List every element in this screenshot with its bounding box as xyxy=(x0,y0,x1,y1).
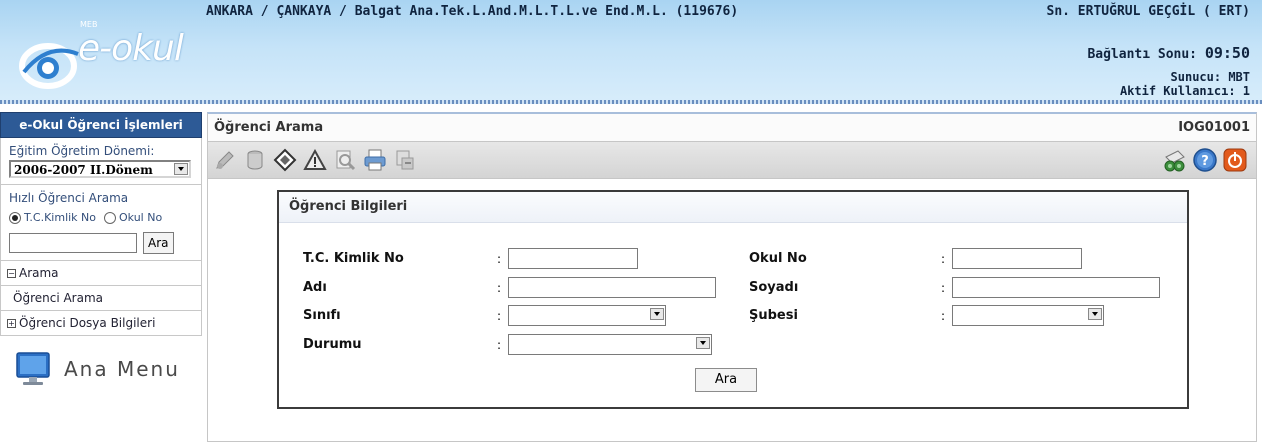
sidebar-box: Eğitim Öğretim Dönemi: 2006-2007 II.Döne… xyxy=(0,138,202,336)
svg-text:?: ? xyxy=(1201,154,1209,169)
sidebar-title: e-Okul Öğrenci İşlemleri xyxy=(0,112,202,138)
page-code: IOG01001 xyxy=(1178,120,1250,135)
radio-okul-label: Okul No xyxy=(119,211,163,224)
ana-menu-link[interactable]: Ana Menu xyxy=(0,350,202,388)
menu-item-label: Öğrenci Dosya Bilgileri xyxy=(19,316,156,330)
user-name: Sn. ERTUĞRUL GEÇGİL ( ERT) xyxy=(1046,4,1251,19)
monitor-icon xyxy=(16,352,50,385)
colon: : xyxy=(497,309,502,323)
term-label: Eğitim Öğretim Dönemi: xyxy=(9,144,155,158)
soyadi-label: Soyadı xyxy=(749,280,799,295)
colon: : xyxy=(941,309,946,323)
colon: : xyxy=(497,338,502,352)
search-type-radios: T.C.Kimlik No Okul No xyxy=(1,205,201,228)
durumu-select[interactable] xyxy=(508,334,712,355)
connection-end: Bağlantı Sonu: 09:50 xyxy=(1087,44,1250,62)
database-icon[interactable] xyxy=(242,147,268,173)
header-divider xyxy=(0,100,1262,104)
warning-icon[interactable] xyxy=(302,147,328,173)
expand-icon[interactable]: + xyxy=(7,318,16,328)
eokul-logo: MEB e-okul xyxy=(18,14,198,94)
connection-time: 09:50 xyxy=(1204,44,1250,62)
tc-kimlik-label: T.C. Kimlik No xyxy=(303,251,404,266)
print-icon[interactable] xyxy=(362,147,388,173)
search-preview-icon[interactable] xyxy=(332,147,358,173)
colon: : xyxy=(497,281,502,295)
chevron-down-icon[interactable] xyxy=(174,163,188,175)
sinifi-select[interactable] xyxy=(508,305,666,326)
collapse-icon[interactable]: − xyxy=(7,268,16,278)
colon: : xyxy=(497,252,502,266)
sinifi-label: Sınıfı xyxy=(303,308,341,323)
page-title: Öğrenci Arama xyxy=(214,120,324,135)
menu-item-label: Arama xyxy=(19,266,59,280)
colon: : xyxy=(941,281,946,295)
term-value: 2006-2007 II.Dönem xyxy=(14,163,153,177)
edit-icon[interactable] xyxy=(212,147,238,173)
menu-item-ogrenci-dosya[interactable]: + Öğrenci Dosya Bilgileri xyxy=(1,310,201,335)
chevron-down-icon[interactable] xyxy=(650,308,664,320)
term-select[interactable]: 2006-2007 II.Dönem xyxy=(9,160,191,178)
colon: : xyxy=(941,252,946,266)
sidebar: e-Okul Öğrenci İşlemleri Eğitim Öğretim … xyxy=(0,112,202,388)
server-info: Sunucu: MBT Aktif Kullanıcı: 1 xyxy=(1120,70,1250,98)
quick-search-input[interactable] xyxy=(9,233,137,253)
chevron-down-icon[interactable] xyxy=(696,337,710,349)
subesi-select[interactable] xyxy=(952,305,1104,326)
brand-name: e-okul xyxy=(78,28,184,69)
toolbar: ? xyxy=(207,142,1257,179)
export-icon[interactable] xyxy=(392,147,418,173)
tc-kimlik-input[interactable] xyxy=(508,248,638,269)
search-button[interactable]: Ara xyxy=(695,368,757,392)
quick-search-row: Ara xyxy=(1,228,201,260)
adi-label: Adı xyxy=(303,280,327,295)
chevron-down-icon[interactable] xyxy=(1088,308,1102,320)
quick-search-label: Hızlı Öğrenci Arama xyxy=(9,191,129,205)
radio-okul-no[interactable] xyxy=(104,211,117,224)
soyadi-input[interactable] xyxy=(952,277,1160,298)
menu-item-ogrenci-arama[interactable]: Öğrenci Arama xyxy=(1,285,201,310)
subesi-label: Şubesi xyxy=(749,308,798,323)
page-header: Öğrenci Arama IOG01001 xyxy=(207,112,1257,142)
okul-no-label: Okul No xyxy=(749,251,807,266)
eraser-icon[interactable] xyxy=(272,147,298,173)
radio-tc-kimlik[interactable] xyxy=(9,211,21,224)
quick-search-button[interactable]: Ara xyxy=(143,232,174,254)
student-info-panel: Öğrenci Bilgileri T.C. Kimlik No : Okul … xyxy=(277,190,1189,409)
exit-icon[interactable] xyxy=(1222,147,1248,173)
radio-tc-label: T.C.Kimlik No xyxy=(24,211,97,224)
header: MEB e-okul ANKARA / ÇANKAYA / Balgat Ana… xyxy=(0,0,1262,104)
active-users-label: Aktif Kullanıcı: 1 xyxy=(1119,84,1250,98)
adi-input[interactable] xyxy=(508,277,716,298)
panel-title: Öğrenci Bilgileri xyxy=(279,192,1187,223)
toolbar-right: ? xyxy=(1162,147,1252,173)
durumu-label: Durumu xyxy=(303,337,362,352)
binoculars-icon[interactable] xyxy=(1162,147,1188,173)
main-panel: Öğrenci Arama IOG01001 ? Öğrenci Bilgile… xyxy=(207,112,1257,442)
server-label: Sunucu: MBT xyxy=(1170,70,1250,84)
ana-menu-label: Ana Menu xyxy=(64,357,180,381)
school-name: ANKARA / ÇANKAYA / Balgat Ana.Tek.L.And.… xyxy=(206,4,739,19)
content-area: Öğrenci Bilgileri T.C. Kimlik No : Okul … xyxy=(207,179,1257,442)
help-icon[interactable]: ? xyxy=(1192,147,1218,173)
connection-label: Bağlantı Sonu: xyxy=(1087,47,1205,62)
okul-no-input[interactable] xyxy=(952,248,1082,269)
menu-item-arama[interactable]: − Arama xyxy=(1,260,201,285)
